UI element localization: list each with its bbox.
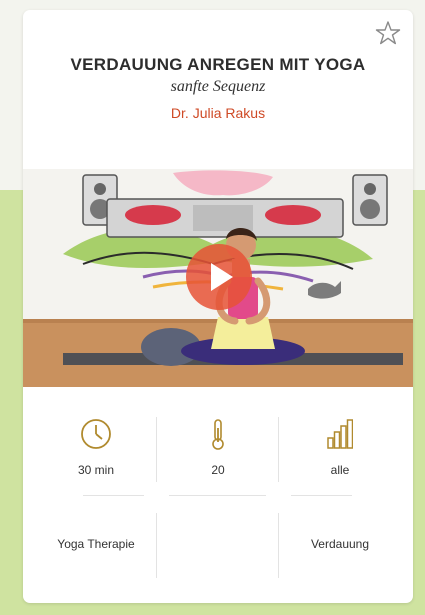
intensity-stat: 20	[157, 418, 279, 477]
clock-icon	[81, 419, 111, 449]
play-button[interactable]	[186, 244, 252, 310]
session-title: VERDAUUNG ANREGEN MIT YOGA	[70, 55, 366, 74]
author-link[interactable]: Dr. Julia Rakus	[23, 105, 413, 121]
row-divider	[291, 495, 352, 496]
stat-divider	[156, 417, 157, 482]
row-divider	[83, 495, 144, 496]
style-tag[interactable]: Yoga Therapie	[35, 537, 157, 551]
star-icon[interactable]	[375, 20, 401, 46]
intensity-value: 20	[211, 463, 225, 477]
duration-value: 30 min	[77, 463, 115, 477]
stat-divider	[278, 417, 279, 482]
session-subtitle: sanfte Sequenz	[170, 78, 266, 95]
level-value: alle	[330, 463, 350, 477]
signal-bars-icon	[327, 419, 353, 449]
row-divider	[169, 495, 266, 496]
level-stat: alle	[279, 418, 401, 477]
session-card: VERDAUUNG ANREGEN MIT YOGA sanfte Sequen…	[23, 10, 413, 603]
thermometer-icon	[212, 419, 224, 450]
duration-stat: 30 min	[35, 418, 157, 477]
video-thumbnail[interactable]	[23, 169, 413, 387]
topic-tag[interactable]: Verdauung	[279, 537, 401, 551]
